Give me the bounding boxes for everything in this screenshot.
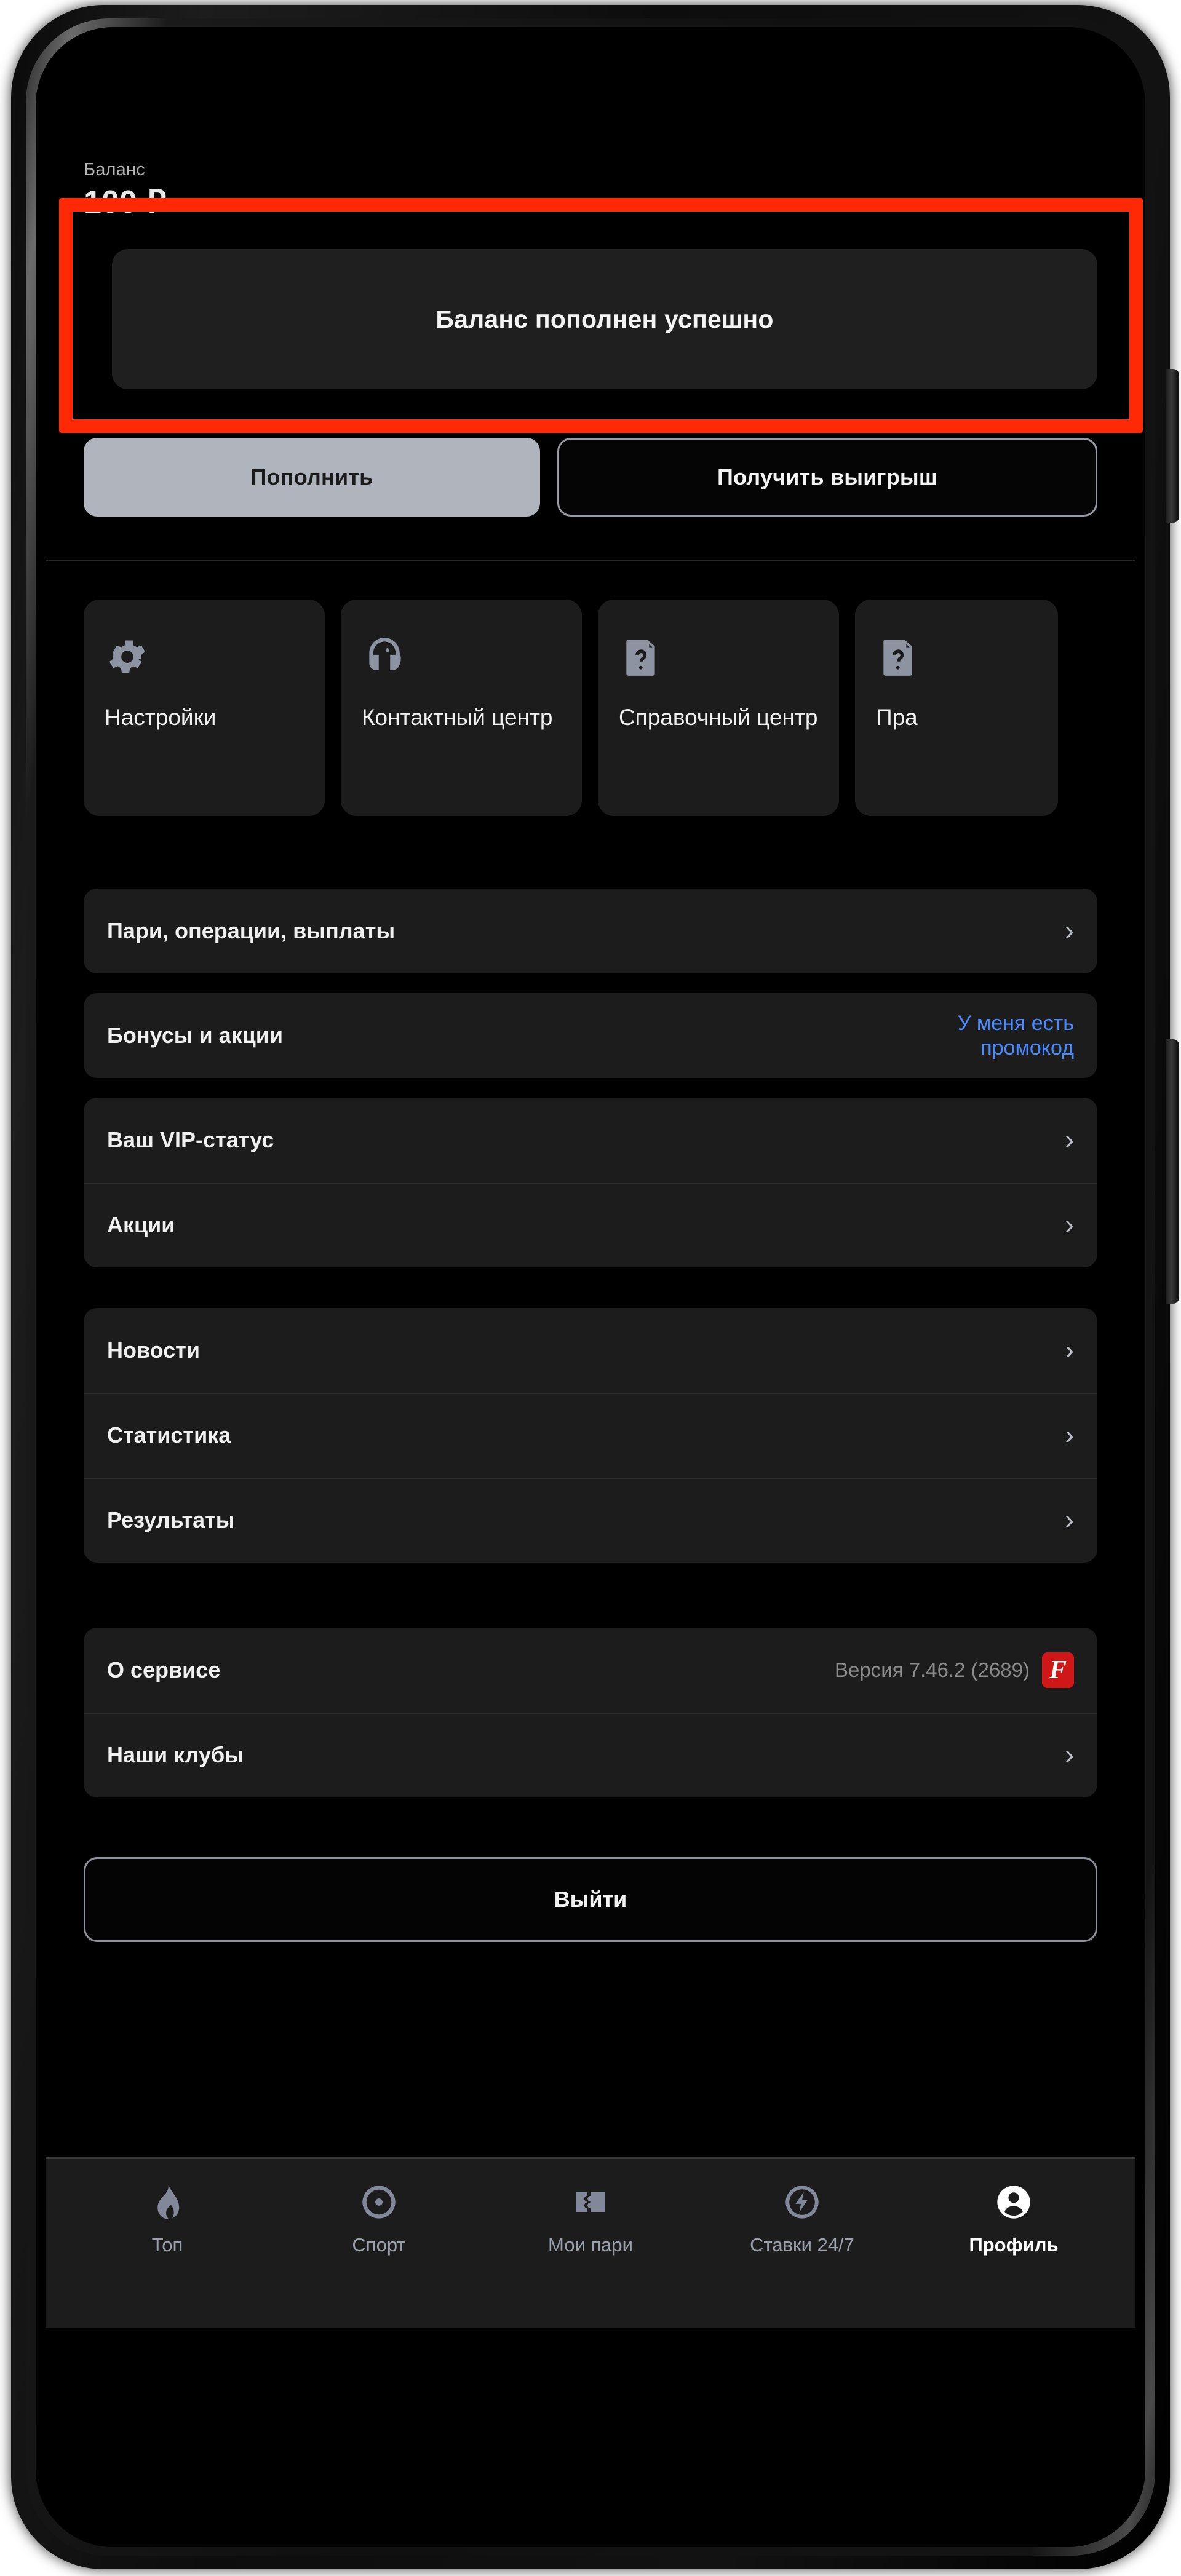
card-about-clubs: О сервисе Версия 7.46.2 (2689) F Наши кл… xyxy=(84,1628,1097,1797)
row-right: › xyxy=(1065,1507,1074,1534)
row-statistics[interactable]: Статистика › xyxy=(84,1393,1097,1478)
row-label: Акции xyxy=(107,1212,175,1237)
row-bets-operations[interactable]: Пари, операции, выплаты › xyxy=(84,889,1097,973)
nav-label: Профиль xyxy=(969,2234,1059,2256)
row-results[interactable]: Результаты › xyxy=(84,1478,1097,1563)
tile-settings[interactable]: Настройки xyxy=(84,600,325,816)
card-bets-operations: Пари, операции, выплаты › xyxy=(84,889,1097,973)
tile-label: Справочный центр xyxy=(619,705,818,730)
row-label: Бонусы и акции xyxy=(107,1023,284,1048)
quick-tiles-row[interactable]: Настройки Контактный центр Справочный це… xyxy=(46,600,1135,816)
nav-label: Мои пари xyxy=(548,2234,633,2256)
chevron-right-icon: › xyxy=(1065,1740,1074,1770)
row-bonuses[interactable]: Бонусы и акции У меня есть промокод xyxy=(84,993,1097,1078)
row-about-service[interactable]: О сервисе Версия 7.46.2 (2689) F xyxy=(84,1628,1097,1713)
nav-label: Топ xyxy=(151,2234,183,2256)
balance-block: Баланс 100 ₽ xyxy=(46,160,1135,221)
row-right: › xyxy=(1065,1337,1074,1364)
bottom-navigation-bar: Топ Спорт Мои пари Ставки 24/7 Профиль xyxy=(46,2157,1135,2328)
balance-actions: Пополнить Получить выигрыш xyxy=(46,438,1135,517)
nav-item-profile[interactable]: Профиль xyxy=(921,2182,1106,2256)
tile-contact-center[interactable]: Контактный центр xyxy=(341,600,582,816)
row-label: Результаты xyxy=(107,1507,235,1532)
phone-side-button-volume[interactable] xyxy=(1166,1039,1179,1304)
phone-side-button-power[interactable] xyxy=(1166,369,1179,523)
row-our-clubs[interactable]: Наши клубы › xyxy=(84,1713,1097,1797)
tile-label: Пра xyxy=(876,705,918,730)
headset-support-icon xyxy=(362,634,407,680)
flame-icon xyxy=(148,2182,187,2222)
chevron-right-icon: › xyxy=(1065,1420,1074,1450)
help-book-icon xyxy=(619,634,664,680)
rules-book-icon xyxy=(876,634,921,680)
row-label: Статистика xyxy=(107,1422,231,1448)
gear-icon xyxy=(105,634,150,680)
lightning-icon xyxy=(782,2182,822,2222)
section-divider xyxy=(46,560,1135,561)
app-version-text: Версия 7.46.2 (2689) xyxy=(835,1659,1030,1681)
nav-item-bets-247[interactable]: Ставки 24/7 xyxy=(710,2182,894,2256)
withdraw-button[interactable]: Получить выигрыш xyxy=(557,438,1097,517)
ticket-icon xyxy=(571,2182,610,2222)
card-content-links: Новости › Статистика › Результаты › xyxy=(84,1308,1097,1563)
row-right: › xyxy=(1065,1742,1074,1769)
row-right: › xyxy=(1065,917,1074,945)
card-vip-promotions: Ваш VIP-статус › Акции › xyxy=(84,1098,1097,1267)
chevron-right-icon: › xyxy=(1065,1210,1074,1240)
row-label: Пари, операции, выплаты xyxy=(107,918,396,943)
row-label: Ваш VIP-статус xyxy=(107,1127,274,1152)
deposit-button[interactable]: Пополнить xyxy=(84,438,540,517)
brand-logo-icon: F xyxy=(1042,1652,1074,1688)
nav-label: Спорт xyxy=(352,2234,406,2256)
target-icon xyxy=(359,2182,399,2222)
chevron-right-icon: › xyxy=(1065,1335,1074,1365)
chevron-right-icon: › xyxy=(1065,1505,1074,1535)
phone-screen: Баланс 100 ₽ Пополнить Получить выигрыш … xyxy=(46,37,1135,2537)
toast-balance-topped-up: Баланс пополнен успешно xyxy=(112,249,1097,389)
logout-button[interactable]: Выйти xyxy=(84,1857,1097,1942)
balance-amount: 100 ₽ xyxy=(84,184,167,220)
row-right: У меня есть промокод xyxy=(871,1011,1074,1060)
row-right: › xyxy=(1065,1422,1074,1449)
tile-label: Настройки xyxy=(105,705,217,730)
row-promotions[interactable]: Акции › xyxy=(84,1183,1097,1267)
chevron-right-icon: › xyxy=(1065,916,1074,946)
row-right: › xyxy=(1065,1127,1074,1154)
nav-item-top[interactable]: Топ xyxy=(75,2182,260,2256)
tile-rules[interactable]: Пра xyxy=(855,600,1058,816)
person-icon xyxy=(994,2182,1033,2222)
row-label: О сервисе xyxy=(107,1657,221,1682)
row-label: Наши клубы xyxy=(107,1742,244,1767)
row-right: › xyxy=(1065,1211,1074,1238)
chevron-right-icon: › xyxy=(1065,1125,1074,1155)
nav-item-my-bets[interactable]: Мои пари xyxy=(498,2182,683,2256)
row-label: Новости xyxy=(107,1338,200,1363)
promo-code-link[interactable]: У меня есть промокод xyxy=(871,1011,1074,1060)
tile-label: Контактный центр xyxy=(362,705,553,730)
balance-label: Баланс xyxy=(84,160,145,180)
nav-label: Ставки 24/7 xyxy=(750,2234,854,2256)
row-news[interactable]: Новости › xyxy=(84,1308,1097,1393)
card-bonuses: Бонусы и акции У меня есть промокод xyxy=(84,993,1097,1078)
row-vip-status[interactable]: Ваш VIP-статус › xyxy=(84,1098,1097,1183)
row-right: Версия 7.46.2 (2689) F xyxy=(835,1652,1074,1688)
tile-help-center[interactable]: Справочный центр xyxy=(598,600,839,816)
nav-item-sport[interactable]: Спорт xyxy=(287,2182,471,2256)
screenshot-root: Баланс 100 ₽ Пополнить Получить выигрыш … xyxy=(0,0,1181,2576)
app-profile-screen: Баланс 100 ₽ Пополнить Получить выигрыш … xyxy=(46,37,1135,2537)
